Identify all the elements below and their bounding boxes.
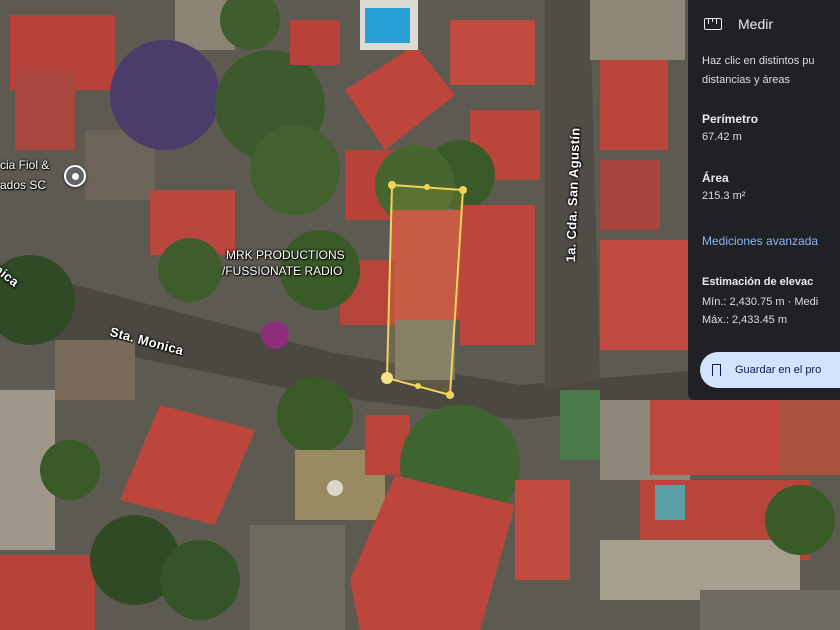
measure-point xyxy=(381,372,393,384)
poi-label-mrk[interactable]: MRK PRODUCTIONS xyxy=(226,248,345,262)
instruction-line-1: Haz clic en distintos pu xyxy=(702,55,815,67)
poi-label-fussionate[interactable]: /FUSSIONATE RADIO xyxy=(222,264,342,278)
perimeter-value: 67.42 m xyxy=(702,131,742,143)
measure-panel: Medir Haz clic en distintos pu distancia… xyxy=(688,0,840,400)
panel-header: Medir xyxy=(704,16,773,32)
poi-label-left-1[interactable]: cia Fiol & xyxy=(0,158,49,172)
measure-point xyxy=(388,181,396,189)
bookmark-icon xyxy=(712,364,721,380)
area-label: Área xyxy=(702,171,729,185)
area-value: 215.3 m² xyxy=(702,190,746,202)
measure-midpoint xyxy=(415,383,421,389)
measured-area-polygon xyxy=(385,183,465,397)
elevation-label: Estimación de elevac xyxy=(702,276,814,288)
ruler-icon xyxy=(704,18,722,30)
measure-midpoint xyxy=(424,184,430,190)
panel-title: Medir xyxy=(738,16,774,32)
elevation-max: Máx.: 2,433.45 m xyxy=(702,314,787,326)
perimeter-label: Perímetro xyxy=(702,112,759,126)
save-to-project-button[interactable]: Guardar en el pro xyxy=(700,352,840,388)
instruction-line-2: distancias y áreas xyxy=(702,74,791,86)
location-pin-icon[interactable] xyxy=(64,165,86,187)
advanced-measurements-link[interactable]: Mediciones avanzada xyxy=(702,234,818,248)
save-button-label: Guardar en el pro xyxy=(735,364,822,376)
elevation-min: Mín.: 2,430.75 m · Medi xyxy=(702,296,819,308)
poi-label-left-2[interactable]: ados SC xyxy=(0,178,46,192)
measure-point xyxy=(446,391,454,399)
measure-point xyxy=(459,186,467,194)
